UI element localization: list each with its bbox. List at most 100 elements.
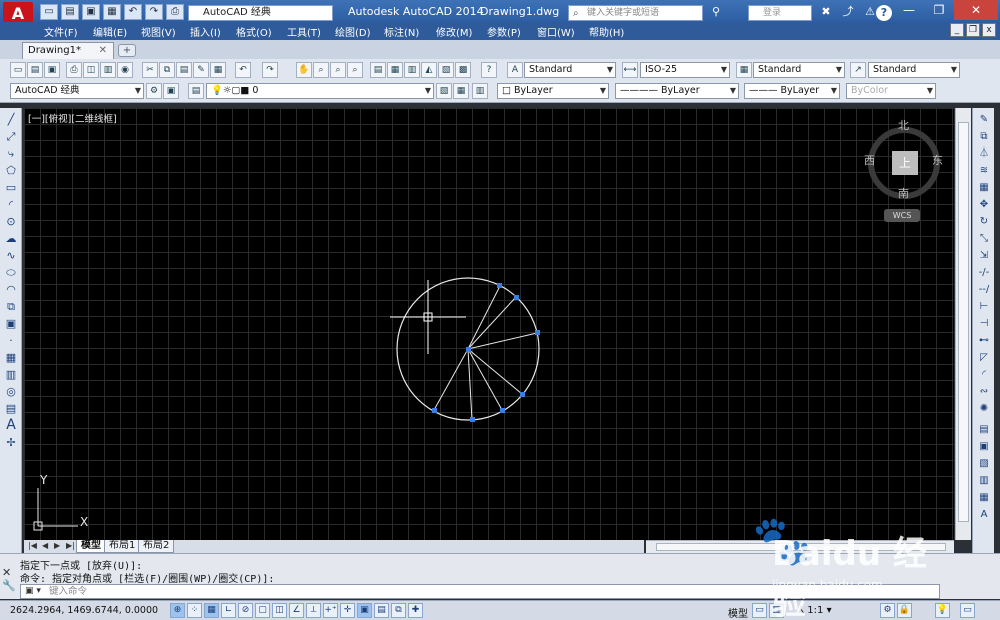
infer-constraints-icon[interactable]: ⊕ <box>170 603 185 618</box>
vertical-scrollbar[interactable] <box>955 108 971 540</box>
command-line-handle[interactable]: ✕ 🔧 <box>2 566 16 596</box>
plot-icon[interactable]: ⎙ <box>166 4 184 20</box>
radial-line[interactable] <box>433 348 469 411</box>
restore-button[interactable]: ❐ <box>924 0 954 20</box>
hatch-icon[interactable]: ▦ <box>3 350 19 365</box>
menu-modify[interactable]: 修改(M) <box>436 24 472 39</box>
polar-tracking-icon[interactable]: ⊘ <box>238 603 253 618</box>
chamfer-icon[interactable]: ◸ <box>976 350 992 365</box>
tab-layout2[interactable]: 布局2 <box>138 540 175 553</box>
doc-restore-button[interactable]: ❐ <box>966 23 980 37</box>
construction-line-icon[interactable]: ⤢ <box>3 129 19 144</box>
make-block-icon[interactable]: ▣ <box>3 316 19 331</box>
grip-point[interactable] <box>432 408 437 413</box>
bring-above-icon[interactable]: ▥ <box>976 473 992 488</box>
3d-dwf-icon[interactable]: ◉ <box>117 62 133 78</box>
line-icon[interactable]: ╱ <box>3 112 19 127</box>
menu-draw[interactable]: 绘图(D) <box>335 24 371 39</box>
grip-point[interactable] <box>466 347 471 352</box>
linetype-select[interactable]: ———— ByLayer ▼ <box>615 83 739 99</box>
open-file-icon[interactable]: ▤ <box>61 4 79 20</box>
sheet-set-icon[interactable]: ◭ <box>421 62 437 78</box>
spline-icon[interactable]: ∿ <box>3 248 19 263</box>
radial-line[interactable] <box>467 332 538 350</box>
polygon-icon[interactable]: ⬠ <box>3 163 19 178</box>
coordinates-readout[interactable]: 2624.2964, 1469.6744, 0.0000 <box>10 605 158 616</box>
revcloud-icon[interactable]: ☁ <box>3 231 19 246</box>
dim-style-icon[interactable]: ⟷ <box>622 62 638 78</box>
grid-display-icon[interactable]: ▦ <box>204 603 219 618</box>
viewcube-top-face[interactable]: 上 <box>892 151 918 175</box>
3d-osnap-icon[interactable]: ◫ <box>272 603 287 618</box>
doc-minimize-button[interactable]: _ <box>950 23 964 37</box>
zoom-previous-icon[interactable]: ⌕ <box>347 62 363 78</box>
region-icon[interactable]: ◎ <box>3 384 19 399</box>
minimize-button[interactable]: — <box>894 0 924 20</box>
paste-icon[interactable]: ▤ <box>176 62 192 78</box>
horizontal-scrollbar[interactable] <box>646 540 954 553</box>
arc-icon[interactable]: ◜ <box>3 197 19 212</box>
viewcube[interactable]: 上 北 南 东 西 WCS <box>864 115 944 230</box>
mtext-icon[interactable]: A <box>3 418 19 433</box>
multileader-style-select[interactable]: Standard ▼ <box>868 62 960 78</box>
break-at-point-icon[interactable]: ⊢ <box>976 299 992 314</box>
clean-screen-icon[interactable]: ▭ <box>960 603 975 618</box>
object-snap-tracking-icon[interactable]: ∠ <box>289 603 304 618</box>
redo-icon[interactable]: ↷ <box>262 62 278 78</box>
break-icon[interactable]: ⊣ <box>976 316 992 331</box>
doc-close-button[interactable]: x <box>982 23 996 37</box>
exchange-icon[interactable]: ✖ <box>818 4 834 20</box>
binoculars-icon[interactable]: ⚲ <box>708 4 724 20</box>
grips[interactable] <box>432 283 540 422</box>
tab-layout1[interactable]: 布局1 <box>104 540 141 553</box>
rectangle-icon[interactable]: ▭ <box>3 180 19 195</box>
last-layout-icon[interactable]: ▶| <box>66 541 75 550</box>
stretch-icon[interactable]: ⇲ <box>976 248 992 263</box>
explode-icon[interactable]: ✺ <box>976 401 992 416</box>
tool-palettes-icon[interactable]: ▥ <box>404 62 420 78</box>
undo-icon[interactable]: ↶ <box>124 4 142 20</box>
help-icon[interactable]: ? <box>481 62 497 78</box>
array-icon[interactable]: ▦ <box>976 180 992 195</box>
wcs-menu[interactable]: WCS <box>884 209 920 222</box>
quick-view-drawings-icon[interactable]: ▥ <box>769 603 784 618</box>
menu-tools[interactable]: 工具(T) <box>287 24 321 39</box>
rotate-icon[interactable]: ↻ <box>976 214 992 229</box>
isolate-objects-icon[interactable]: 💡 <box>935 603 950 618</box>
blend-icon[interactable]: ∾ <box>976 384 992 399</box>
circle-icon[interactable]: ⊙ <box>3 214 19 229</box>
quick-view-layouts-icon[interactable]: ▭ <box>752 603 767 618</box>
menu-parameter[interactable]: 参数(P) <box>487 24 521 39</box>
scroll-thumb[interactable] <box>958 122 969 522</box>
command-input[interactable]: ▣ ▾ 键入命令 <box>20 584 940 599</box>
radial-lines[interactable] <box>433 285 538 421</box>
grip-point[interactable] <box>497 283 502 288</box>
mirror-icon[interactable]: ⏃ <box>976 146 992 161</box>
new-icon[interactable]: ▭ <box>10 62 26 78</box>
save-icon[interactable]: ▣ <box>44 62 60 78</box>
publish-icon[interactable]: ▥ <box>100 62 116 78</box>
annotation-monitor-icon[interactable]: ✚ <box>408 603 423 618</box>
ellipse-icon[interactable]: ⬭ <box>3 265 19 280</box>
calculator-icon[interactable]: ▩ <box>455 62 471 78</box>
save-icon[interactable]: ▣ <box>82 4 100 20</box>
menu-file[interactable]: 文件(F) <box>44 24 78 39</box>
search-input[interactable]: ⌕ 键入关键字或短语 <box>568 5 703 21</box>
pan-icon[interactable]: ✋ <box>296 62 312 78</box>
workspace-switcher[interactable]: AutoCAD 经典 <box>188 5 333 21</box>
zoom-realtime-icon[interactable]: ⌕ <box>313 62 329 78</box>
next-layout-icon[interactable]: ▶ <box>54 541 60 550</box>
new-file-icon[interactable]: ▭ <box>40 4 58 20</box>
erase-icon[interactable]: ✎ <box>976 112 992 127</box>
menu-edit[interactable]: 编辑(E) <box>93 24 127 39</box>
saveas-icon[interactable]: ▦ <box>103 4 121 20</box>
scroll-thumb[interactable] <box>656 543 946 551</box>
zoom-window-icon[interactable]: ⌕ <box>330 62 346 78</box>
compass-south[interactable]: 南 <box>898 185 909 201</box>
grip-point[interactable] <box>500 408 505 413</box>
workspace-switching-icon[interactable]: ⚙ <box>880 603 895 618</box>
radial-line[interactable] <box>467 285 501 350</box>
properties-icon[interactable]: ▤ <box>370 62 386 78</box>
share-icon[interactable]: ⤴ <box>840 4 856 20</box>
gradient-icon[interactable]: ▥ <box>3 367 19 382</box>
